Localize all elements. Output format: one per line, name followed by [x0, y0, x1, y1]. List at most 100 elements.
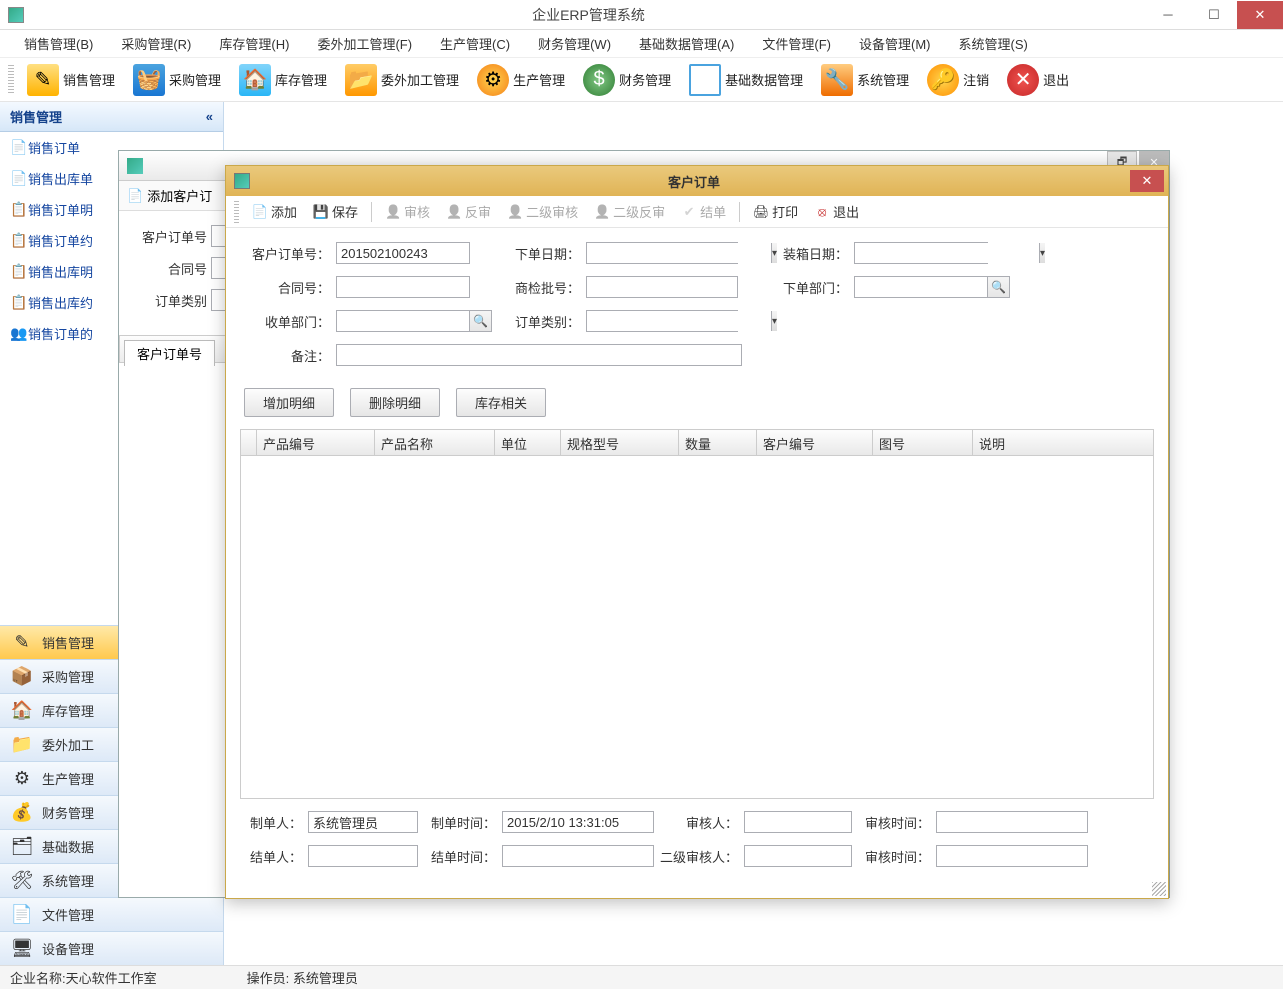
tools-icon: 🛠: [10, 869, 34, 893]
file-icon: 📄: [10, 903, 34, 927]
new-icon: 📄: [252, 204, 268, 220]
detail-grid[interactable]: 产品编号 产品名称 单位 规格型号 数量 客户编号 图号 说明: [240, 429, 1154, 799]
combo-order-type[interactable]: ▾: [586, 310, 738, 332]
col-spec[interactable]: 规格型号: [561, 430, 679, 455]
input-inspect[interactable]: [586, 276, 738, 298]
toolbtn-add[interactable]: 📄添加: [247, 200, 302, 223]
toolbar-outsource[interactable]: 📂委外加工管理: [336, 61, 468, 99]
app-icon: [8, 7, 24, 23]
subwin-tab[interactable]: 客户订单号: [124, 340, 215, 366]
btn-stock-related[interactable]: 库存相关: [456, 388, 546, 417]
input-settler[interactable]: [308, 845, 418, 867]
label-settle-time: 结单时间：: [418, 847, 496, 866]
status-operator-label: 操作员:: [247, 971, 290, 986]
input-order-dept[interactable]: [854, 276, 988, 298]
menu-basedata[interactable]: 基础数据管理(A): [625, 30, 748, 57]
maximize-button[interactable]: ☐: [1191, 1, 1237, 29]
menu-system[interactable]: 系统管理(S): [944, 30, 1041, 57]
list-icon: 📋: [10, 294, 28, 312]
input-order-no[interactable]: [336, 242, 470, 264]
toolbar-inventory[interactable]: 🏠库存管理: [230, 61, 336, 99]
toolbtn-exit[interactable]: ⦻退出: [809, 200, 864, 223]
app-title: 企业ERP管理系统: [32, 5, 1145, 25]
toolbar-purchase[interactable]: 🧺采购管理: [124, 61, 230, 99]
lookup-recv-dept[interactable]: 🔍: [336, 310, 492, 332]
sidebar-title: 销售管理: [10, 107, 62, 126]
data-icon: 🗂: [10, 835, 34, 859]
input-auditor2[interactable]: [744, 845, 852, 867]
input-audit-time2[interactable]: [936, 845, 1088, 867]
toolbtn-audit2: 👤二级审核: [502, 200, 583, 223]
sidebar-header: 销售管理 «: [0, 102, 223, 132]
btn-del-detail[interactable]: 删除明细: [350, 388, 440, 417]
status-company: 天心软件工作室: [66, 971, 157, 986]
close-button[interactable]: ✕: [1237, 1, 1283, 29]
toolbar-sales[interactable]: ✎销售管理: [18, 61, 124, 99]
document-icon: 📄: [10, 139, 28, 157]
label-order-type: 订单类别: [133, 291, 207, 310]
col-unit[interactable]: 单位: [495, 430, 561, 455]
accordion-file[interactable]: 📄文件管理: [0, 897, 223, 931]
toolbtn-print[interactable]: 🖨打印: [748, 200, 803, 223]
accordion-device[interactable]: 🖥设备管理: [0, 931, 223, 965]
x-circle-icon: ⦻: [814, 204, 830, 220]
resize-grip[interactable]: [1152, 882, 1166, 896]
menu-production[interactable]: 生产管理(C): [426, 30, 524, 57]
gear-icon: ⚙: [10, 767, 34, 791]
search-icon[interactable]: 🔍: [470, 310, 492, 332]
status-company-label: 企业名称:: [10, 971, 66, 986]
input-settle-time[interactable]: [502, 845, 654, 867]
input-audit-time[interactable]: [936, 811, 1088, 833]
toolbtn-unaudit: 👤反审: [441, 200, 496, 223]
dialog-close-button[interactable]: ✕: [1130, 170, 1164, 192]
dialog-footer: 制单人： 制单时间： 审核人： 审核时间： 结单人： 结单时间： 二级审核人： …: [226, 799, 1168, 891]
toolbar-production[interactable]: ⚙生产管理: [468, 61, 574, 99]
list-icon: 📋: [10, 201, 28, 219]
input-recv-dept[interactable]: [336, 310, 470, 332]
col-desc[interactable]: 说明: [973, 430, 1153, 455]
menu-device[interactable]: 设备管理(M): [845, 30, 945, 57]
input-remark[interactable]: [336, 344, 742, 366]
menu-file[interactable]: 文件管理(F): [748, 30, 845, 57]
menu-outsource[interactable]: 委外加工管理(F): [303, 30, 426, 57]
input-auditor[interactable]: [744, 811, 852, 833]
dialog-buttons: 增加明细 删除明细 库存相关: [226, 388, 1168, 429]
menu-finance[interactable]: 财务管理(W): [524, 30, 625, 57]
lookup-order-dept[interactable]: 🔍: [854, 276, 1010, 298]
input-create-time[interactable]: [502, 811, 654, 833]
input-order-type[interactable]: [587, 311, 771, 331]
btn-add-detail[interactable]: 增加明细: [244, 388, 334, 417]
input-creator[interactable]: [308, 811, 418, 833]
label-audit-time: 审核时间：: [852, 813, 930, 832]
dialog-toolbar: 📄添加 💾保存 👤审核 👤反审 👤二级审核 👤二级反审 ✔结单 🖨打印 ⦻退出: [226, 196, 1168, 228]
col-qty[interactable]: 数量: [679, 430, 757, 455]
dialog-titlebar[interactable]: 客户订单 ✕: [226, 166, 1168, 196]
toolbar-system[interactable]: 🔧系统管理: [812, 61, 918, 99]
col-drawing-no[interactable]: 图号: [873, 430, 973, 455]
dialog-title: 客户订单: [258, 172, 1130, 191]
toolbar-basedata[interactable]: 基础数据管理: [680, 61, 812, 99]
toolbtn-save[interactable]: 💾保存: [308, 200, 363, 223]
combo-order-date[interactable]: ▾: [586, 242, 738, 264]
sidebar-collapse-button[interactable]: «: [206, 109, 213, 124]
minimize-button[interactable]: ─: [1145, 1, 1191, 29]
toolbar-finance[interactable]: $财务管理: [574, 61, 680, 99]
wrench-icon: 🔧: [821, 64, 853, 96]
chevron-down-icon[interactable]: ▾: [1039, 243, 1045, 263]
combo-pack-date[interactable]: ▾: [854, 242, 988, 264]
menu-inventory[interactable]: 库存管理(H): [205, 30, 303, 57]
input-pack-date[interactable]: [855, 243, 1039, 263]
toolbar-logout[interactable]: 🔑注销: [918, 61, 998, 99]
col-customer-code[interactable]: 客户编号: [757, 430, 873, 455]
list-icon: 📋: [10, 263, 28, 281]
app-icon: [127, 158, 143, 174]
menu-purchase[interactable]: 采购管理(R): [107, 30, 205, 57]
folder-icon: 📂: [345, 64, 377, 96]
toolbar-exit[interactable]: ✕退出: [998, 61, 1078, 99]
col-product-code[interactable]: 产品编号: [257, 430, 375, 455]
menu-sales[interactable]: 销售管理(B): [10, 30, 107, 57]
col-product-name[interactable]: 产品名称: [375, 430, 495, 455]
search-icon[interactable]: 🔍: [988, 276, 1010, 298]
input-contract[interactable]: [336, 276, 470, 298]
chevron-down-icon[interactable]: ▾: [771, 311, 777, 331]
